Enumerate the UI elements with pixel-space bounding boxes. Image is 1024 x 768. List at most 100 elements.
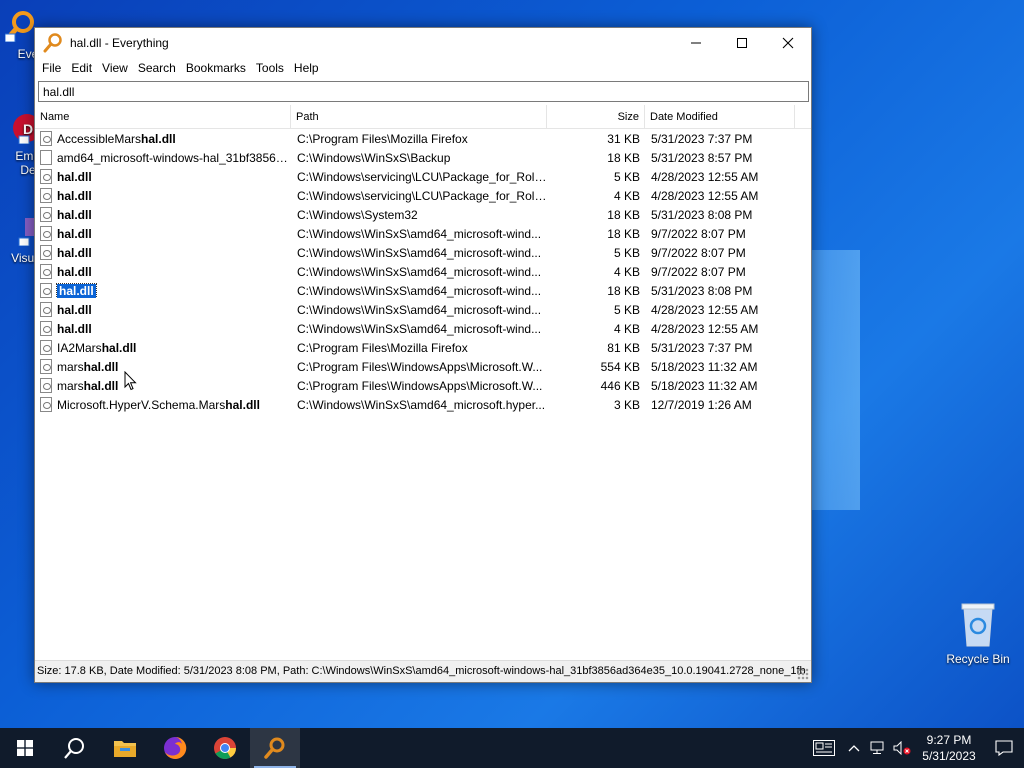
taskbar-search-button[interactable] <box>50 728 100 768</box>
dll-file-icon <box>40 302 52 317</box>
table-row[interactable]: marshal.dll C:\Program Files\WindowsApps\… <box>35 376 811 395</box>
cell-date: 9/7/2022 8:07 PM <box>651 245 746 260</box>
cell-name: hal.dll <box>35 207 291 222</box>
file-name-match: hal.dll <box>141 131 176 146</box>
file-icon <box>40 150 52 165</box>
column-header-size[interactable]: Size <box>547 105 645 129</box>
close-button[interactable] <box>765 28 811 57</box>
cell-path: C:\Program Files\Mozilla Firefox <box>297 340 468 355</box>
cell-date: 5/31/2023 7:37 PM <box>651 340 753 355</box>
file-name: hal.dll <box>57 303 92 317</box>
maximize-button[interactable] <box>719 28 765 57</box>
table-row[interactable]: hal.dll C:\Windows\System32 18 KB 5/31/2023… <box>35 205 811 224</box>
dll-file-icon <box>40 245 52 260</box>
cell-path: C:\Windows\WinSxS\amd64_microsoft-wind..… <box>297 283 542 298</box>
show-hidden-icons-button[interactable] <box>842 728 866 768</box>
minimize-button[interactable] <box>673 28 719 57</box>
cell-name: marshal.dll <box>35 359 291 374</box>
menu-tools[interactable]: Tools <box>251 58 289 78</box>
cell-path: C:\Windows\WinSxS\amd64_microsoft-wind..… <box>297 302 542 317</box>
cell-size: 18 KB <box>607 283 640 298</box>
file-name: IA2Marshal.dll <box>57 341 136 355</box>
cell-size: 4 KB <box>613 321 640 336</box>
taskbar-file-explorer[interactable] <box>100 728 150 768</box>
everything-icon <box>264 737 285 759</box>
cell-size: 5 KB <box>613 169 640 184</box>
network-button[interactable] <box>866 728 890 768</box>
results-list: AccessibleMarshal.dll C:\Program Files\Mo… <box>35 129 811 414</box>
menu-bookmarks[interactable]: Bookmarks <box>181 58 251 78</box>
taskbar-everything[interactable] <box>250 728 300 768</box>
taskbar-chrome[interactable] <box>200 728 250 768</box>
table-row[interactable]: hal.dll C:\Windows\WinSxS\amd64_microsoft… <box>35 281 811 300</box>
svg-text:D: D <box>23 121 33 137</box>
volume-button[interactable] <box>890 728 914 768</box>
table-row[interactable]: IA2Marshal.dll C:\Program Files\Mozilla F… <box>35 338 811 357</box>
table-row[interactable]: hal.dll C:\Windows\servicing\LCU\Package_… <box>35 186 811 205</box>
folder-icon <box>114 741 136 757</box>
everything-window: hal.dll - Everything File Edit View Sear… <box>34 27 812 683</box>
table-row[interactable]: hal.dll C:\Windows\WinSxS\amd64_microsoft… <box>35 300 811 319</box>
file-name: hal.dll <box>57 265 92 279</box>
cell-size: 81 KB <box>607 340 640 355</box>
table-row[interactable]: hal.dll C:\Windows\WinSxS\amd64_microsoft… <box>35 262 811 281</box>
resize-grip[interactable] <box>797 668 809 680</box>
table-row[interactable]: hal.dll C:\Windows\servicing\LCU\Package_… <box>35 167 811 186</box>
menu-search[interactable]: Search <box>133 58 181 78</box>
cell-name: hal.dll <box>35 245 291 260</box>
status-bar: Size: 17.8 KB, Date Modified: 5/31/2023 … <box>35 660 811 682</box>
cell-name: hal.dll <box>35 169 291 184</box>
file-name-match: hal.dll <box>57 169 92 184</box>
file-name-match: hal.dll <box>101 340 137 355</box>
chrome-icon <box>214 737 236 759</box>
cell-path: C:\Windows\servicing\LCU\Package_for_Rol… <box>297 169 547 184</box>
table-row[interactable]: amd64_microsoft-windows-hal_31bf3856a...… <box>35 148 811 167</box>
cell-date: 4/28/2023 12:55 AM <box>651 188 759 203</box>
search-input[interactable] <box>38 81 809 102</box>
menu-edit[interactable]: Edit <box>66 58 97 78</box>
menu-view[interactable]: View <box>97 58 133 78</box>
visual-studio-icon <box>18 218 37 247</box>
file-name-match: hal.dll <box>57 226 92 241</box>
table-row[interactable]: AccessibleMarshal.dll C:\Program Files\Mo… <box>35 129 811 148</box>
cell-date: 5/31/2023 8:57 PM <box>651 150 753 165</box>
file-name-prefix: amd64_microsoft-windows-hal_31bf3856a... <box>57 150 291 165</box>
close-icon <box>782 37 794 48</box>
notifications-button[interactable] <box>984 728 1024 768</box>
cell-name: hal.dll <box>35 321 291 336</box>
file-name: hal.dll <box>57 246 92 260</box>
dll-file-icon <box>40 226 52 241</box>
desktop-icon-recycle-bin[interactable]: Recycle Bin <box>940 600 1016 666</box>
status-text: Size: 17.8 KB, Date Modified: 5/31/2023 … <box>37 665 806 677</box>
file-name-match: hal.dll <box>57 188 92 203</box>
cell-size: 18 KB <box>607 226 640 241</box>
menu-file[interactable]: File <box>37 58 66 78</box>
table-row[interactable]: hal.dll C:\Windows\WinSxS\amd64_microsoft… <box>35 224 811 243</box>
cell-size: 18 KB <box>607 207 640 222</box>
cell-name: hal.dll <box>35 283 291 298</box>
everything-icon <box>4 11 34 43</box>
start-button[interactable] <box>0 728 50 768</box>
file-name: AccessibleMarshal.dll <box>57 132 176 146</box>
column-header-date-modified[interactable]: Date Modified <box>645 105 795 129</box>
table-row[interactable]: marshal.dll C:\Program Files\WindowsApps\… <box>35 357 811 376</box>
taskbar-firefox[interactable] <box>150 728 200 768</box>
column-header-path[interactable]: Path <box>291 105 547 129</box>
cell-size: 4 KB <box>613 188 640 203</box>
cell-date: 9/7/2022 8:07 PM <box>651 264 746 279</box>
notification-icon <box>995 740 1013 756</box>
file-name-match: hal.dll <box>225 397 260 412</box>
title-bar[interactable]: hal.dll - Everything <box>35 28 811 57</box>
file-name-prefix: IA2Mars <box>57 340 102 355</box>
column-header-name[interactable]: Name <box>35 105 291 129</box>
file-name: hal.dll <box>57 170 92 184</box>
file-name: hal.dll <box>57 227 92 241</box>
news-and-interests-button[interactable] <box>806 728 842 768</box>
menu-help[interactable]: Help <box>289 58 324 78</box>
cell-path: C:\Windows\System32 <box>297 207 418 222</box>
table-row[interactable]: hal.dll C:\Windows\WinSxS\amd64_microsoft… <box>35 243 811 262</box>
taskbar-clock[interactable]: 9:27 PM 5/31/2023 <box>914 732 984 764</box>
table-row[interactable]: Microsoft.HyperV.Schema.Marshal.dll C:\Wi… <box>35 395 811 414</box>
dll-file-icon <box>40 207 52 222</box>
table-row[interactable]: hal.dll C:\Windows\WinSxS\amd64_microsoft… <box>35 319 811 338</box>
